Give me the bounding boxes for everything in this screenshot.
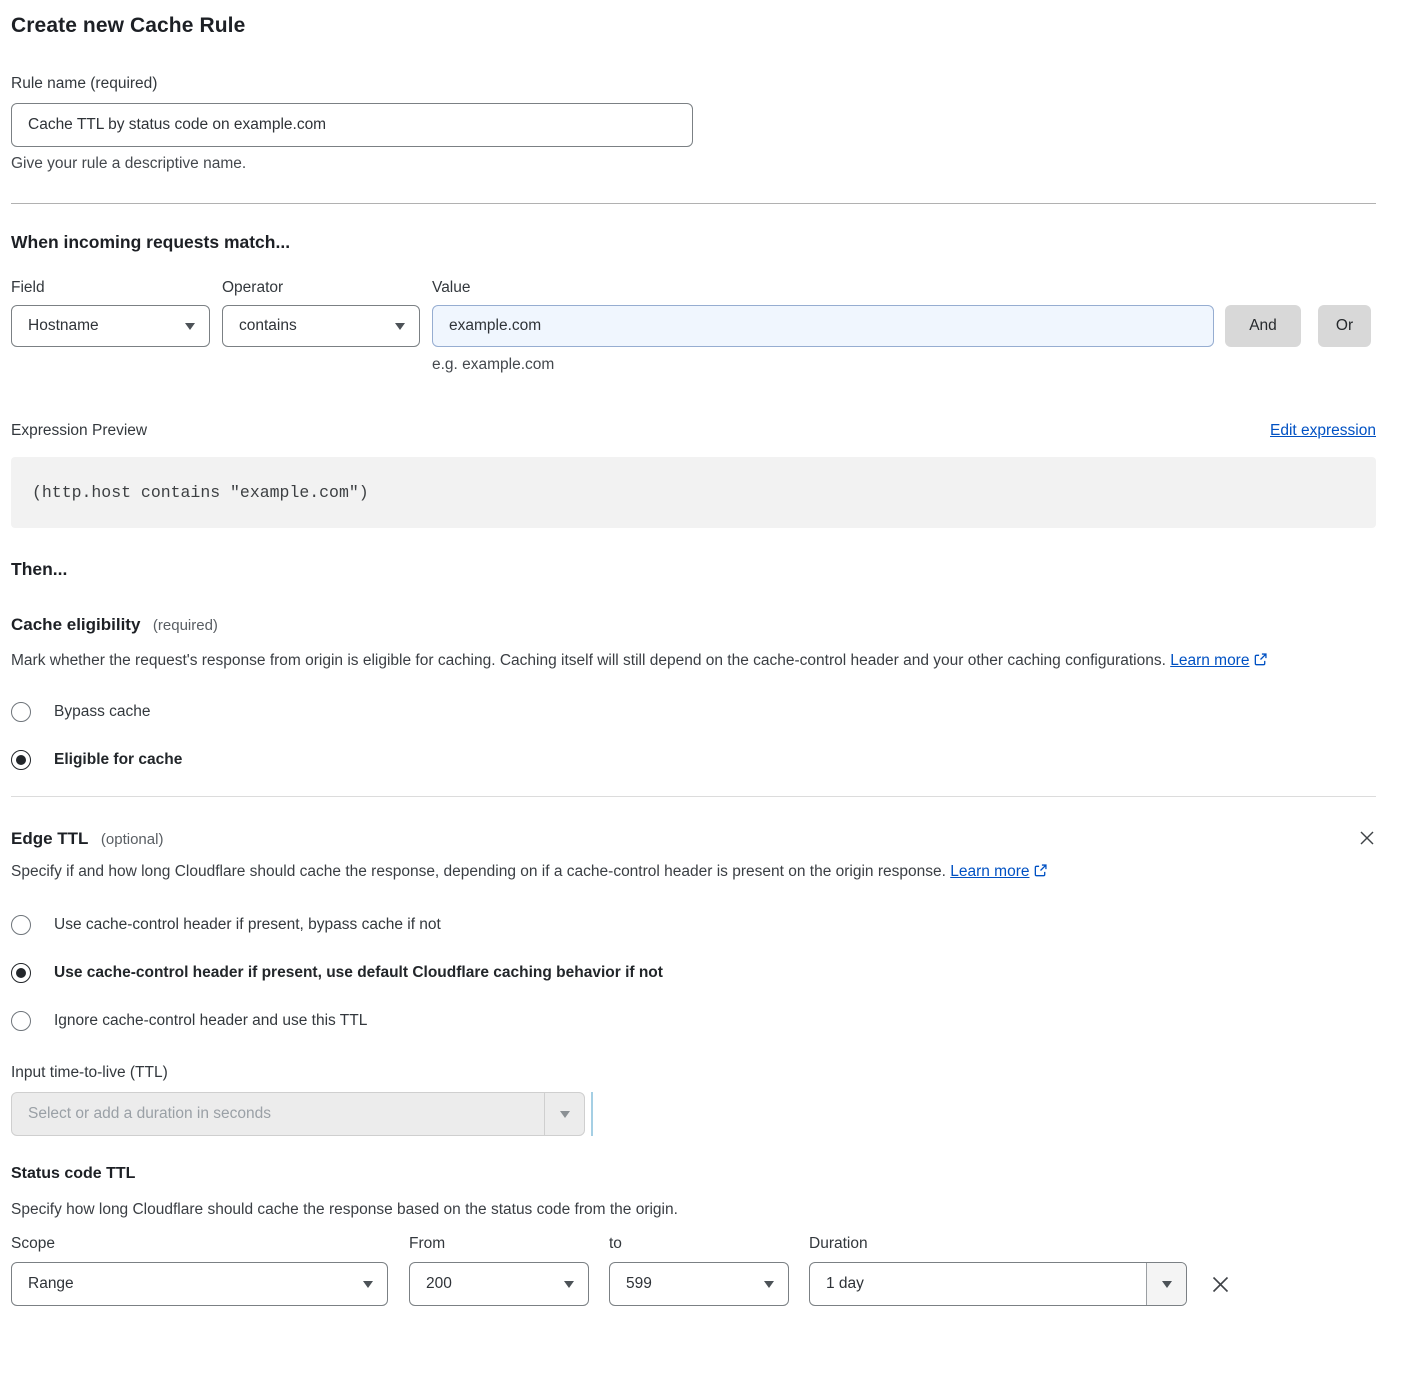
radio-button-icon[interactable] [11, 915, 31, 935]
edge-ttl-description: Specify if and how long Cloudflare shoul… [11, 857, 1111, 886]
expression-code: (http.host contains "example.com") [11, 457, 1376, 528]
radio-use-header-default[interactable]: Use cache-control header if present, use… [11, 963, 1376, 983]
status-code-ttl-description: Specify how long Cloudflare should cache… [11, 1195, 1376, 1224]
and-button[interactable]: And [1225, 305, 1301, 347]
match-heading: When incoming requests match... [11, 232, 1376, 253]
close-icon[interactable] [1358, 829, 1376, 847]
ttl-input-label: Input time-to-live (TTL) [11, 1064, 1376, 1082]
field-select[interactable]: Hostname [11, 305, 210, 347]
required-tag: (required) [153, 617, 218, 634]
chevron-down-icon [363, 1281, 373, 1288]
edit-expression-link[interactable]: Edit expression [1270, 422, 1376, 440]
cache-eligibility-description: Mark whether the request's response from… [11, 646, 1356, 675]
page-title: Create new Cache Rule [11, 14, 1376, 38]
radio-button-selected-icon[interactable] [11, 750, 31, 770]
operator-select[interactable]: contains [222, 305, 420, 347]
edge-ttl-heading: Edge TTL [11, 829, 88, 848]
value-help: e.g. example.com [432, 356, 1376, 374]
dropdown-arrow-button[interactable] [544, 1093, 584, 1135]
chevron-down-icon [564, 1281, 574, 1288]
from-select[interactable]: 200 [409, 1262, 589, 1306]
learn-more-link[interactable]: Learn more [950, 863, 1029, 880]
optional-tag: (optional) [101, 831, 164, 848]
status-code-ttl-heading: Status code TTL [11, 1165, 1376, 1183]
rule-name-label: Rule name (required) [11, 75, 1376, 93]
radio-button-icon[interactable] [11, 1011, 31, 1031]
or-button[interactable]: Or [1318, 305, 1371, 347]
scope-select[interactable]: Range [11, 1262, 388, 1306]
chevron-down-icon [185, 323, 195, 330]
radio-button-selected-icon[interactable] [11, 963, 31, 983]
field-label: Field [11, 279, 222, 297]
radio-eligible-for-cache[interactable]: Eligible for cache [11, 750, 1376, 770]
ttl-duration-select[interactable]: Select or add a duration in seconds [11, 1092, 585, 1136]
learn-more-link[interactable]: Learn more [1170, 652, 1249, 669]
cache-eligibility-heading: Cache eligibility [11, 615, 140, 634]
from-label: From [409, 1235, 589, 1253]
duration-select[interactable]: 1 day [809, 1262, 1187, 1306]
external-link-icon [1253, 652, 1268, 667]
expression-preview-label: Expression Preview [11, 422, 147, 440]
duration-label: Duration [809, 1235, 868, 1253]
section-divider [11, 203, 1376, 204]
chevron-down-icon [560, 1111, 570, 1118]
section-divider [11, 796, 1376, 797]
to-label: to [609, 1235, 789, 1253]
remove-row-icon[interactable] [1210, 1274, 1231, 1295]
radio-use-header-bypass[interactable]: Use cache-control header if present, byp… [11, 915, 1376, 935]
chevron-down-icon [395, 323, 405, 330]
value-label: Value [432, 279, 471, 297]
operator-label: Operator [222, 279, 432, 297]
radio-bypass-cache[interactable]: Bypass cache [11, 702, 1376, 722]
dropdown-arrow-button[interactable] [1146, 1263, 1186, 1305]
radio-button-icon[interactable] [11, 702, 31, 722]
then-heading: Then... [11, 559, 1376, 580]
external-link-icon [1033, 863, 1048, 878]
to-select[interactable]: 599 [609, 1262, 789, 1306]
value-input[interactable] [432, 305, 1214, 347]
create-cache-rule-form: Create new Cache Rule Rule name (require… [0, 0, 1412, 1306]
chevron-down-icon [1162, 1281, 1172, 1288]
ttl-duration-placeholder: Select or add a duration in seconds [12, 1093, 544, 1135]
scope-label: Scope [11, 1235, 388, 1253]
radio-ignore-header[interactable]: Ignore cache-control header and use this… [11, 1011, 1376, 1031]
text-cursor [591, 1092, 593, 1136]
rule-name-help: Give your rule a descriptive name. [11, 155, 1376, 173]
rule-name-input[interactable] [11, 103, 693, 147]
chevron-down-icon [764, 1281, 774, 1288]
